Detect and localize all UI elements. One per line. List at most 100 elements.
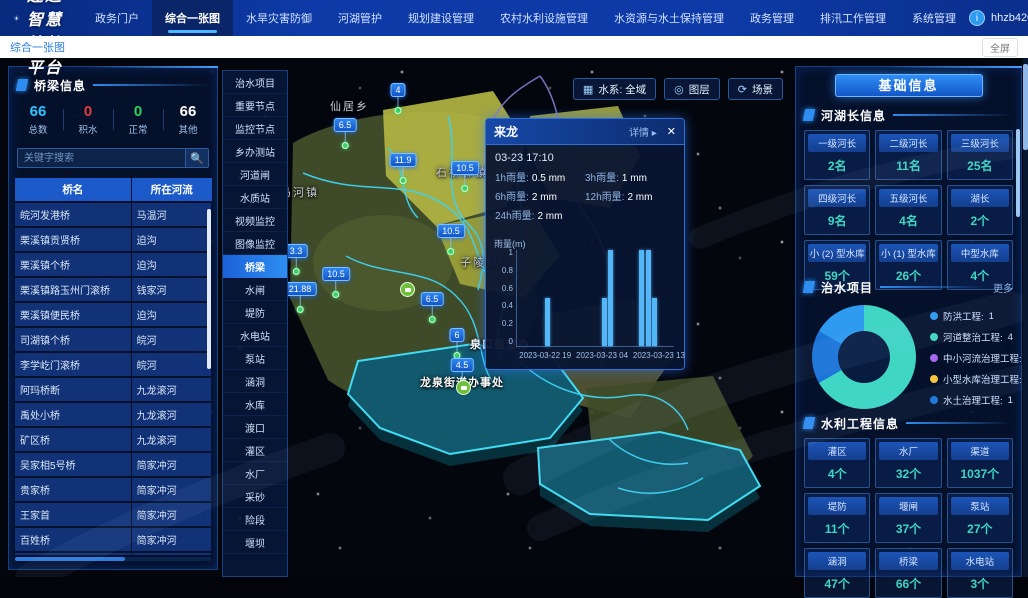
popup-time: 03-23 17:10 bbox=[495, 152, 675, 164]
marker-line bbox=[397, 97, 398, 107]
layer-menu-item[interactable]: 视频监控 bbox=[223, 209, 287, 232]
layer-menu-item[interactable]: 水闸 bbox=[223, 278, 287, 301]
table-row[interactable]: 皖河发港桥 马温河 bbox=[15, 203, 211, 226]
water-level-marker[interactable]: 11.9 bbox=[390, 153, 417, 184]
rain-chart-yticks: 10.80.60.40.20 bbox=[492, 250, 513, 347]
stat-value: 66 bbox=[13, 103, 63, 120]
stat-card: 三级河长 25名 bbox=[947, 130, 1013, 180]
page-scrollbar-thumb[interactable] bbox=[1023, 64, 1028, 150]
water-level-marker[interactable]: 10.5 bbox=[451, 161, 479, 192]
page-scrollbar[interactable] bbox=[1023, 58, 1028, 577]
water-level-marker[interactable]: 6.5 bbox=[421, 292, 444, 323]
fullscreen-button[interactable]: 全屏 bbox=[982, 38, 1018, 57]
water-level-marker[interactable]: 4 bbox=[390, 83, 405, 114]
layer-menu-item[interactable]: 乡办测站 bbox=[223, 140, 287, 163]
rain-bar bbox=[545, 298, 550, 346]
stat-label: 总数 bbox=[13, 122, 63, 136]
stat-card-value: 66个 bbox=[879, 570, 937, 594]
layer-menu-item[interactable]: 灌区 bbox=[223, 439, 287, 462]
map-control-button[interactable]: ▦ 水系: 全域 bbox=[573, 78, 656, 100]
map-control-button[interactable]: ⟳ 场景 bbox=[728, 78, 783, 100]
layer-menu-item[interactable]: 水质站 bbox=[223, 186, 287, 209]
layer-menu-item[interactable]: 图像监控 bbox=[223, 232, 287, 255]
layer-menu-item[interactable]: 水库 bbox=[223, 393, 287, 416]
water-level-marker[interactable]: 10.5 bbox=[322, 267, 350, 298]
table-row[interactable]: 矿区桥 九龙滚河 bbox=[15, 428, 211, 451]
table-row[interactable]: 司湖镇个桥 皖河 bbox=[15, 328, 211, 351]
layer-menu-item[interactable]: 渡口 bbox=[223, 416, 287, 439]
layer-menu-item[interactable]: 涵洞 bbox=[223, 370, 287, 393]
nav-tab[interactable]: 农村水利设施管理 bbox=[487, 0, 601, 36]
river-name-cell: 钱家河 bbox=[132, 278, 211, 301]
river-name-cell: 简家冲河 bbox=[132, 528, 211, 551]
water-level-marker[interactable]: 21.88 bbox=[288, 282, 316, 313]
layer-menu-item[interactable]: 堰坝 bbox=[223, 531, 287, 554]
nav-tab[interactable]: 排汛工作管理 bbox=[807, 0, 899, 36]
table-row[interactable]: 禹处小桥 九龙滚河 bbox=[15, 403, 211, 426]
layer-menu-item[interactable]: 采砂 bbox=[223, 485, 287, 508]
metric-label: 12h雨量: bbox=[585, 192, 624, 203]
map-controls: ▦ 水系: 全域 ◎ 图层 ⟳ 场景 bbox=[573, 78, 783, 100]
map-control-icon: ⟳ bbox=[738, 83, 747, 96]
legend-value: 1 bbox=[1008, 395, 1013, 406]
table-row[interactable]: 栗溪镇便民桥 迫沟 bbox=[15, 303, 211, 326]
camera-marker-icon[interactable] bbox=[400, 282, 415, 297]
water-level-marker[interactable]: 6.5 bbox=[334, 118, 357, 149]
water-level-badge: 21.88 bbox=[288, 282, 316, 296]
metric-label: 3h雨量: bbox=[585, 173, 619, 184]
layer-menu-item[interactable]: 堤防 bbox=[223, 301, 287, 324]
table-row[interactable]: 贵家桥 简家冲河 bbox=[15, 478, 211, 501]
nav-tab[interactable]: 政务管理 bbox=[737, 0, 807, 36]
user-menu[interactable]: i hhzb42080201 ∨ bbox=[969, 10, 1028, 26]
layer-menu-item[interactable]: 河道闸 bbox=[223, 163, 287, 186]
table-row[interactable]: 马滚大桥 漠水河 bbox=[15, 553, 211, 555]
close-icon[interactable]: ✕ bbox=[667, 125, 676, 138]
table-row[interactable]: 阿玛桥断 九龙滚河 bbox=[15, 378, 211, 401]
layer-menu-item[interactable]: 水厂 bbox=[223, 462, 287, 485]
nav-tab[interactable]: 水资源与水土保持管理 bbox=[601, 0, 737, 36]
water-level-marker[interactable]: 6 bbox=[449, 328, 464, 359]
popup-detail-link[interactable]: 详情 ▸ bbox=[629, 124, 657, 139]
table-row[interactable]: 栗溪镇贡贤桥 迫沟 bbox=[15, 228, 211, 251]
layer-menu-item[interactable]: 监控节点 bbox=[223, 117, 287, 140]
map[interactable]: 仙居乡马河镇石桥驿镇子陵铺镇泉口街道办龙泉街道办事处 4 6.5 11.9 10… bbox=[288, 58, 795, 577]
rain-metric: 3h雨量:1 mm bbox=[585, 169, 675, 184]
map-control-button[interactable]: ◎ 图层 bbox=[664, 78, 720, 100]
works-cards: 灌区 4个 水厂 32个 渠道 1037个 堤防 11个 堰闸 37个 bbox=[804, 438, 1013, 598]
layer-menu-item[interactable]: 重要节点 bbox=[223, 94, 287, 117]
table-row[interactable]: 吴家相5号桥 简家冲河 bbox=[15, 453, 211, 476]
table-vertical-scrollbar[interactable] bbox=[207, 209, 211, 369]
nav-tab[interactable]: 系统管理 bbox=[899, 0, 969, 36]
breadcrumb[interactable]: 综合一张图 bbox=[10, 39, 65, 55]
nav-tab[interactable]: 综合一张图 bbox=[152, 0, 233, 36]
water-level-marker[interactable]: 3.3 bbox=[288, 244, 307, 275]
layer-menu-item[interactable]: 治水项目 bbox=[223, 71, 287, 94]
water-level-marker[interactable]: 10.5 bbox=[437, 224, 465, 255]
nav-tab[interactable]: 政务门户 bbox=[82, 0, 152, 36]
river-name-cell: 九龙滚河 bbox=[132, 428, 211, 451]
search-icon[interactable]: 🔍 bbox=[185, 148, 209, 168]
layer-menu-item[interactable]: 水电站 bbox=[223, 324, 287, 347]
base-info-button[interactable]: 基础信息 bbox=[835, 74, 983, 97]
table-row[interactable]: 百姓桥 简家冲河 bbox=[15, 528, 211, 551]
stat-card-label: 涵洞 bbox=[808, 552, 866, 570]
scrollbar-thumb[interactable] bbox=[15, 557, 125, 561]
bridge-table: 桥名 所在河流 皖河发港桥 马温河 栗溪镇贡贤桥 迫沟 栗溪镇个桥 迫沟 栗溪镇… bbox=[15, 178, 211, 555]
nav-tab[interactable]: 河湖管护 bbox=[325, 0, 395, 36]
table-row[interactable]: 李学屹门滚桥 皖河 bbox=[15, 353, 211, 376]
table-row[interactable]: 栗溪镇路玉州门滚桥 钱家河 bbox=[15, 278, 211, 301]
nav-tab[interactable]: 水旱灾害防御 bbox=[233, 0, 325, 36]
camera-marker-icon[interactable] bbox=[456, 380, 471, 395]
right-panel-scrollbar[interactable] bbox=[1016, 129, 1020, 217]
table-horizontal-scrollbar[interactable] bbox=[15, 557, 211, 561]
layer-menu-item[interactable]: 险段 bbox=[223, 508, 287, 531]
layer-menu-item[interactable]: 泵站 bbox=[223, 347, 287, 370]
nav-tab[interactable]: 规划建设管理 bbox=[395, 0, 487, 36]
search-input[interactable] bbox=[17, 148, 185, 168]
layer-menu-item[interactable]: 桥梁 bbox=[223, 255, 287, 278]
more-link[interactable]: 更多 bbox=[993, 280, 1013, 295]
table-row[interactable]: 栗溪镇个桥 迫沟 bbox=[15, 253, 211, 276]
section-line bbox=[906, 422, 1013, 424]
table-row[interactable]: 王家首 简家冲河 bbox=[15, 503, 211, 526]
rain-metric: 12h雨量:2 mm bbox=[585, 188, 675, 203]
